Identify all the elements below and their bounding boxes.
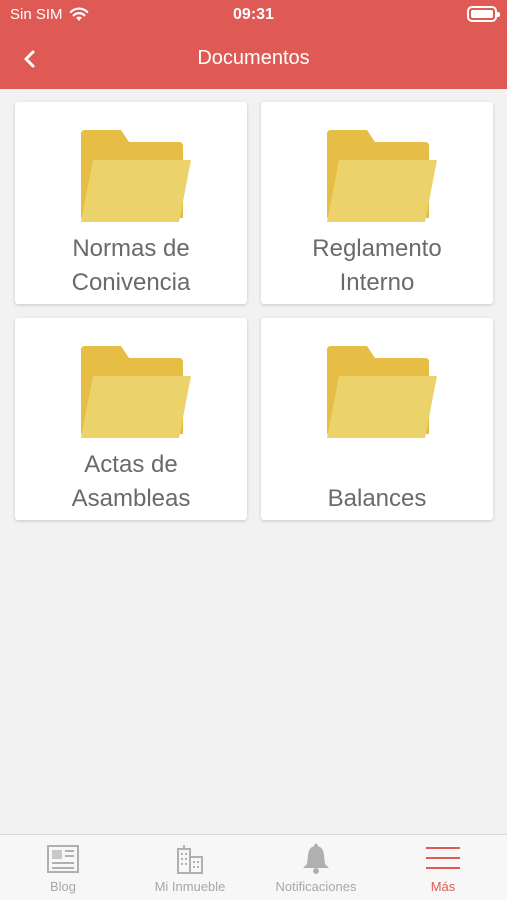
folder-label-line1: Actas de: [84, 451, 178, 478]
newspaper-icon: [47, 845, 79, 873]
tab-label: Más: [430, 879, 456, 894]
tab-blog[interactable]: Blog: [0, 843, 126, 897]
folder-card-actas[interactable]: Actas de Asambleas: [15, 318, 247, 520]
folder-label-line2: Conivencia: [71, 269, 191, 296]
folder-label-line1: Reglamento: [312, 235, 442, 262]
tab-label: Blog: [49, 879, 77, 894]
folder-label: Normas de Conivencia: [15, 232, 247, 300]
folder-label-line2: Interno: [339, 269, 415, 296]
tab-mi-inmueble[interactable]: Mi Inmueble: [127, 843, 253, 897]
clock: 09:31: [233, 6, 274, 23]
status-bar: Sin SIM 09:31: [0, 0, 507, 32]
folder-label-line1: Normas de: [72, 235, 190, 262]
folder-card-balances[interactable]: Balances: [261, 318, 493, 520]
folder-label-line2: Asambleas: [71, 485, 191, 512]
folder-card-normas[interactable]: Normas de Conivencia: [15, 102, 247, 304]
building-icon: [177, 845, 203, 874]
folder-card-reglamento[interactable]: Reglamento Interno: [261, 102, 493, 304]
bell-icon: [303, 843, 329, 874]
tab-label: Mi Inmueble: [154, 879, 226, 894]
folder-icon: [327, 346, 437, 438]
battery-icon: [467, 6, 500, 22]
folder-label: Balances: [261, 482, 493, 516]
folder-icon: [81, 346, 191, 438]
page-title: Documentos: [197, 47, 310, 69]
folder-icon: [327, 130, 437, 222]
tab-bar: Blog Mi Inmueble Notificaciones Más: [0, 834, 507, 900]
header: Sin SIM 09:31 Documentos: [0, 0, 507, 89]
tab-notificaciones[interactable]: Notificaciones: [253, 843, 379, 897]
folder-label: Actas de Asambleas: [15, 448, 247, 516]
tab-mas[interactable]: Más: [380, 843, 506, 897]
folder-icon: [81, 130, 191, 222]
nav-bar: Documentos: [0, 38, 507, 78]
menu-icon: [426, 847, 460, 869]
tab-label: Notificaciones: [275, 879, 357, 894]
folder-label-line1: Balances: [327, 485, 427, 512]
folder-label: Reglamento Interno: [261, 232, 493, 300]
